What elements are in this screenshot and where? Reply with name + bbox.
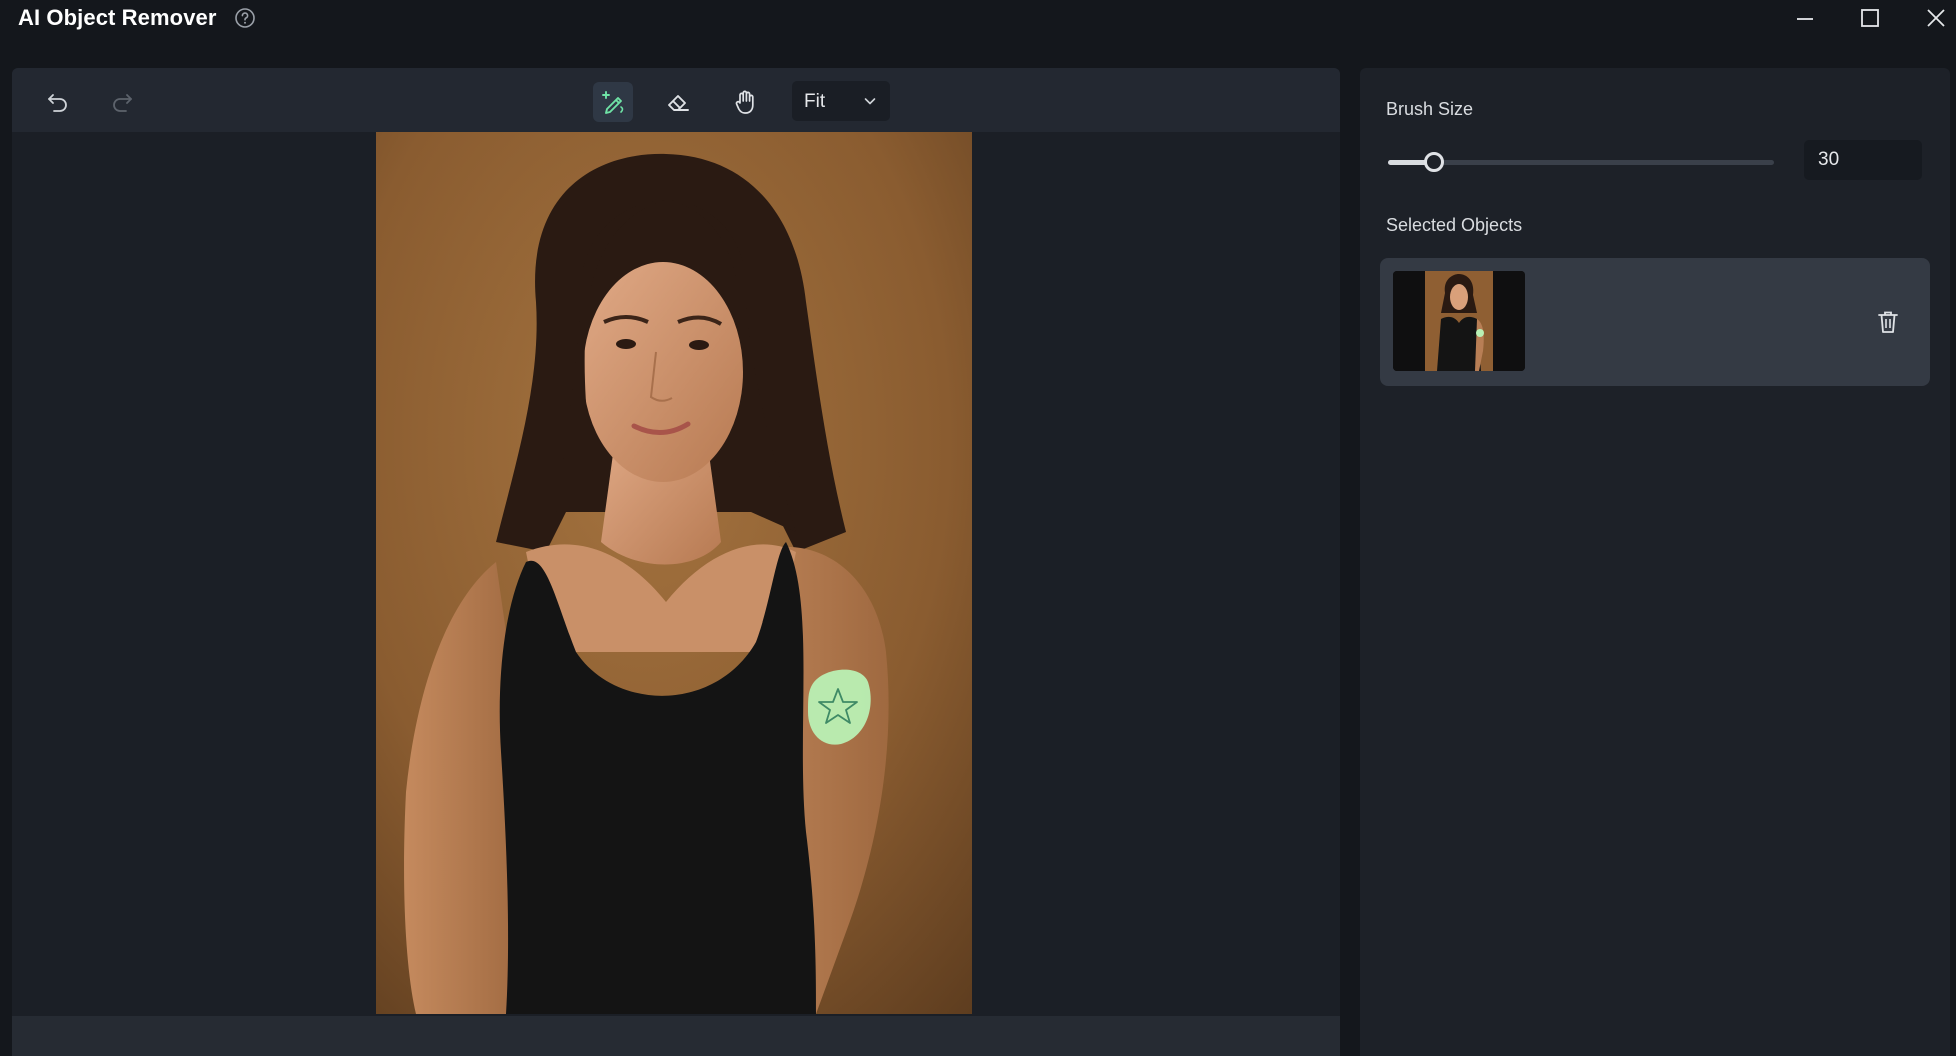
selected-objects-label: Selected Objects bbox=[1386, 215, 1523, 235]
portrait-thumbnail bbox=[1393, 271, 1525, 371]
undo-icon bbox=[48, 94, 67, 112]
close-icon[interactable] bbox=[1922, 4, 1950, 32]
hand-icon bbox=[735, 90, 754, 114]
editor-toolbar: Fit bbox=[12, 68, 1340, 132]
brush-size-label: Brush Size bbox=[1386, 99, 1474, 119]
slider-track bbox=[1388, 160, 1774, 165]
trash-icon[interactable] bbox=[1874, 308, 1902, 336]
zoom-dropdown[interactable]: Fit bbox=[792, 81, 890, 121]
canvas-panel: Fit bbox=[12, 68, 1340, 1056]
chevron-down-icon bbox=[864, 98, 876, 105]
title-bar: AI Object Remover bbox=[0, 0, 1956, 40]
settings-panel: Brush Size Selected Objects bbox=[1360, 68, 1950, 1056]
hand-tool-button[interactable] bbox=[725, 82, 765, 122]
portrait-photo[interactable] bbox=[376, 132, 972, 1014]
canvas-bottom-bar bbox=[12, 1016, 1340, 1056]
redo-icon bbox=[113, 94, 132, 112]
selected-object-item[interactable] bbox=[1380, 258, 1930, 386]
redo-button[interactable] bbox=[102, 82, 142, 122]
app-title: AI Object Remover bbox=[18, 5, 217, 30]
maximize-icon[interactable] bbox=[1856, 4, 1884, 32]
brush-size-slider[interactable] bbox=[1388, 152, 1774, 172]
eraser-tool-button[interactable] bbox=[658, 82, 698, 122]
minimize-icon[interactable] bbox=[1791, 4, 1819, 32]
brush-icon bbox=[602, 91, 624, 114]
brush-size-input[interactable] bbox=[1804, 140, 1922, 180]
canvas-stage[interactable] bbox=[12, 132, 1340, 1016]
eraser-icon bbox=[668, 95, 689, 111]
help-circle-icon[interactable] bbox=[234, 7, 256, 29]
brush-tool-button[interactable] bbox=[593, 82, 633, 122]
slider-thumb[interactable] bbox=[1424, 152, 1445, 172]
undo-button[interactable] bbox=[38, 82, 78, 122]
zoom-value: Fit bbox=[804, 91, 826, 112]
